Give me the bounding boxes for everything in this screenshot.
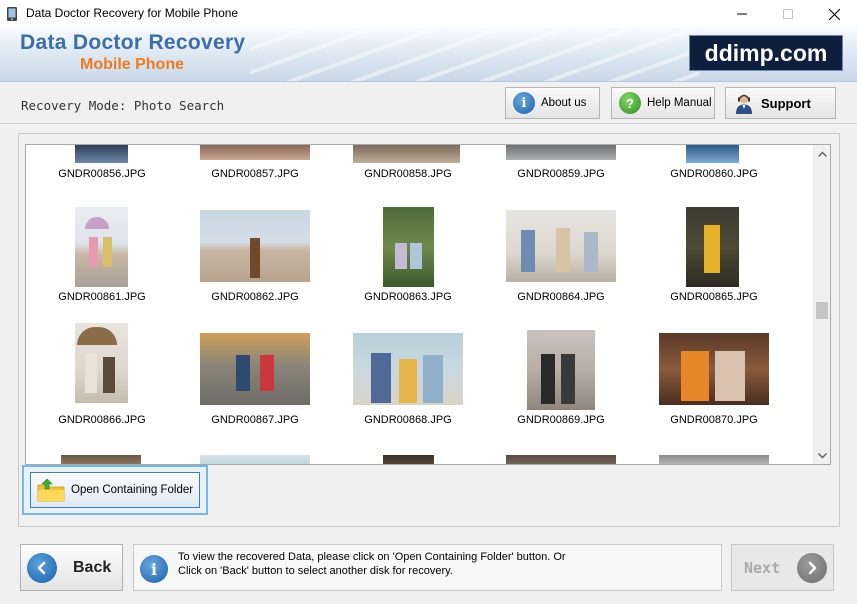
photo-thumbnail[interactable] xyxy=(75,145,128,163)
open-folder-focus-frame: Open Containing Folder xyxy=(22,465,208,515)
photo-filename: GNDR00864.JPG xyxy=(517,291,605,303)
photo-filename: GNDR00862.JPG xyxy=(211,291,299,303)
back-button[interactable]: Back xyxy=(20,544,123,591)
window-title: Data Doctor Recovery for Mobile Phone xyxy=(26,6,239,20)
photo-thumbnail[interactable] xyxy=(61,455,141,464)
photo-thumbnail[interactable] xyxy=(506,455,616,464)
photo-filename: GNDR00867.JPG xyxy=(211,414,299,426)
instruction-box: i To view the recovered Data, please cli… xyxy=(133,544,722,591)
open-folder-label: Open Containing Folder xyxy=(71,484,194,496)
photo-thumbnail[interactable] xyxy=(659,333,769,405)
minimize-button[interactable] xyxy=(719,0,765,28)
photo-filename: GNDR00863.JPG xyxy=(364,291,452,303)
close-icon xyxy=(828,8,840,20)
ddimp-logo: ddimp.com xyxy=(689,35,843,71)
photo-thumbnail[interactable] xyxy=(200,145,310,160)
photo-filename: GNDR00868.JPG xyxy=(364,414,452,426)
back-arrow-icon xyxy=(27,552,57,583)
title-bar: Data Doctor Recovery for Mobile Phone xyxy=(0,0,857,28)
help-manual-label: Help Manual xyxy=(647,97,712,109)
photo-filename: GNDR00861.JPG xyxy=(58,291,146,303)
photo-filename: GNDR00865.JPG xyxy=(670,291,758,303)
header-banner: Data Doctor Recovery Mobile Phone ddimp.… xyxy=(0,28,857,82)
help-icon: ? xyxy=(619,92,641,114)
gallery-scrollbar[interactable] xyxy=(813,145,830,464)
instruction-line-2: Click on 'Back' button to select another… xyxy=(178,565,453,577)
folder-open-icon xyxy=(37,478,65,502)
about-us-button[interactable]: i About us xyxy=(505,87,600,119)
photo-thumbnail[interactable] xyxy=(383,455,434,464)
open-containing-folder-button[interactable]: Open Containing Folder xyxy=(30,472,200,508)
brand-title: Data Doctor Recovery xyxy=(20,31,246,54)
photo-thumbnail[interactable] xyxy=(659,455,769,464)
scroll-up-arrow[interactable] xyxy=(814,145,830,162)
photo-thumbnail[interactable] xyxy=(200,333,310,405)
photo-filename: GNDR00870.JPG xyxy=(670,414,758,426)
photo-filename: GNDR00857.JPG xyxy=(211,168,299,180)
support-agent-icon xyxy=(733,92,755,114)
photo-filename: GNDR00859.JPG xyxy=(517,168,605,180)
header-divider xyxy=(0,123,857,124)
recovery-mode-label: Recovery Mode: Photo Search xyxy=(21,98,225,113)
brand-subtitle: Mobile Phone xyxy=(80,56,184,73)
scroll-down-arrow[interactable] xyxy=(814,447,830,464)
back-label: Back xyxy=(73,558,112,576)
photo-thumbnail[interactable] xyxy=(527,330,595,410)
about-us-label: About us xyxy=(541,97,587,109)
next-arrow-icon xyxy=(797,552,827,583)
info-icon: i xyxy=(140,555,168,583)
photo-thumbnail[interactable] xyxy=(686,207,739,287)
support-label: Support xyxy=(761,95,811,111)
photo-thumbnail[interactable] xyxy=(75,207,128,287)
photo-thumbnail[interactable] xyxy=(506,145,616,160)
photo-thumbnail[interactable] xyxy=(353,145,460,163)
photo-filename: GNDR00860.JPG xyxy=(670,168,758,180)
photo-thumbnail[interactable] xyxy=(200,210,310,282)
app-icon xyxy=(7,7,17,21)
photo-thumbnail[interactable] xyxy=(353,333,463,405)
minimize-icon xyxy=(737,13,747,15)
photo-gallery[interactable]: GNDR00856.JPG GNDR00857.JPG GNDR00858.JP… xyxy=(25,144,831,465)
photo-filename: GNDR00869.JPG xyxy=(517,414,605,426)
photo-filename: GNDR00866.JPG xyxy=(58,414,146,426)
maximize-icon xyxy=(783,9,793,19)
photo-filename: GNDR00858.JPG xyxy=(364,168,452,180)
photo-thumbnail[interactable] xyxy=(686,145,739,163)
instruction-text: To view the recovered Data, please click… xyxy=(178,550,566,578)
support-button[interactable]: Support xyxy=(725,87,836,119)
photo-thumbnail[interactable] xyxy=(383,207,434,287)
app-window: Data Doctor Recovery for Mobile Phone Da… xyxy=(0,0,857,604)
banner-decoration xyxy=(250,28,700,81)
chevron-up-icon xyxy=(818,151,827,157)
photo-filename: GNDR00856.JPG xyxy=(58,168,146,180)
instruction-line-1: To view the recovered Data, please click… xyxy=(178,551,566,563)
photo-thumbnail[interactable] xyxy=(200,455,310,464)
photo-thumbnail[interactable] xyxy=(75,323,128,403)
info-icon: i xyxy=(513,92,535,114)
photo-thumbnail[interactable] xyxy=(506,210,616,282)
close-button[interactable] xyxy=(811,0,857,28)
next-label: Next xyxy=(744,558,781,577)
scroll-thumb[interactable] xyxy=(816,302,828,319)
next-button[interactable]: Next xyxy=(731,544,834,591)
chevron-down-icon xyxy=(818,452,827,458)
help-manual-button[interactable]: ? Help Manual xyxy=(611,87,715,119)
maximize-button[interactable] xyxy=(765,0,811,28)
